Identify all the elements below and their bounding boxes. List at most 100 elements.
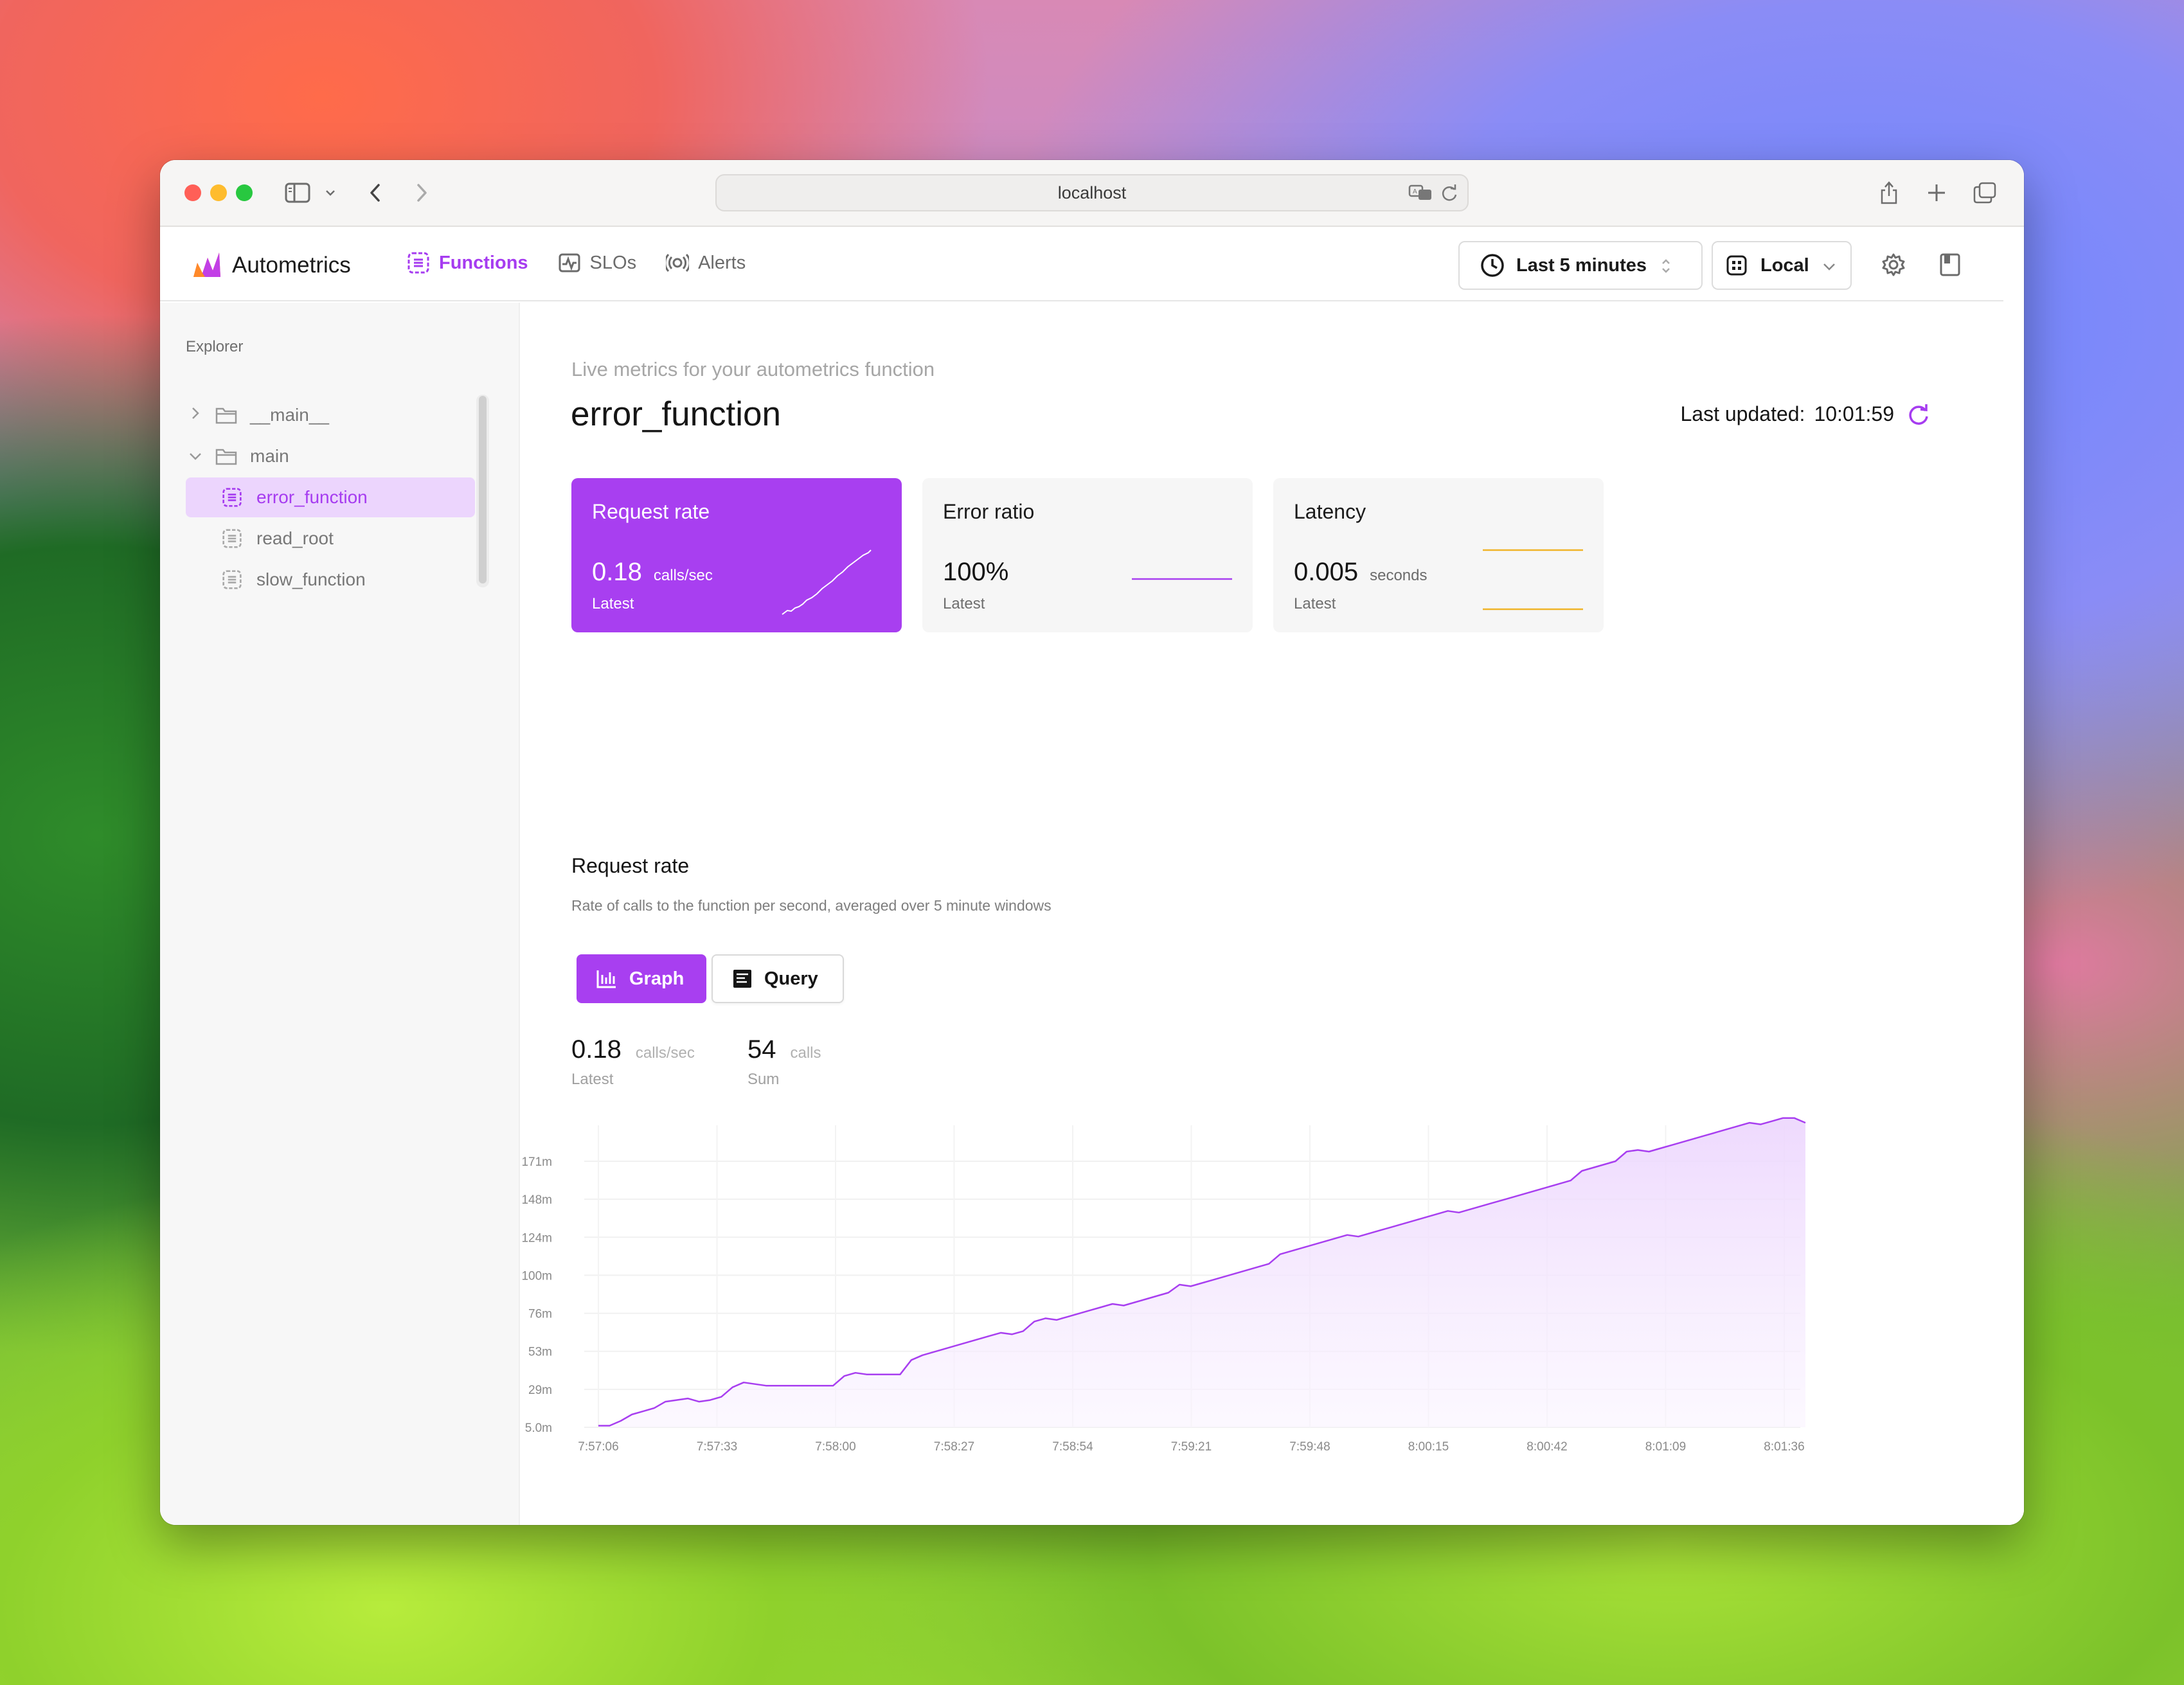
x-tick-label: 8:00:42 bbox=[1526, 1440, 1567, 1454]
metric-card-error-ratio[interactable]: Error ratio 100% Latest bbox=[922, 478, 1253, 632]
environment-select[interactable]: Local bbox=[1712, 241, 1852, 290]
x-tick-label: 8:01:36 bbox=[1764, 1440, 1804, 1454]
explorer-label: Explorer bbox=[186, 338, 244, 355]
autometrics-logo-icon bbox=[193, 253, 220, 277]
x-tick-label: 7:58:00 bbox=[815, 1440, 855, 1454]
stat-sum: 54 calls Sum bbox=[747, 1035, 821, 1089]
tab-graph[interactable]: Graph bbox=[577, 954, 706, 1003]
folder-icon bbox=[215, 406, 237, 425]
clock-icon bbox=[1481, 254, 1504, 277]
tree-label: __main__ bbox=[250, 405, 329, 425]
tab-graph-label: Graph bbox=[629, 968, 685, 989]
bar-chart-icon bbox=[596, 970, 616, 988]
request-rate-chart[interactable]: 5.0m 29m 53m 76m 100m 124m 148m 171m 7:57:06 7:57… bbox=[520, 1100, 1998, 1498]
share-icon[interactable] bbox=[1876, 179, 1902, 206]
nav-slos[interactable]: SLOs bbox=[558, 251, 637, 274]
tree-function-error-function[interactable]: error_function bbox=[186, 477, 475, 517]
chevron-down-icon bbox=[1823, 263, 1835, 271]
translate-icon[interactable]: A bbox=[1408, 183, 1433, 207]
app-logo[interactable]: Autometrics bbox=[191, 251, 351, 280]
stat-value: 0.18 bbox=[571, 1035, 622, 1064]
series-area bbox=[598, 1118, 1805, 1427]
slo-icon bbox=[559, 253, 580, 272]
x-tick-label: 7:58:27 bbox=[934, 1440, 974, 1454]
y-tick-label: 124m bbox=[521, 1231, 552, 1245]
card-sub: Latest bbox=[1294, 595, 1336, 612]
forward-icon[interactable] bbox=[412, 179, 431, 206]
page-title: error_function bbox=[571, 395, 782, 433]
tab-overview-icon[interactable] bbox=[1971, 179, 1998, 206]
main-nav: Functions SLOs Alerts bbox=[407, 251, 746, 274]
reload-icon[interactable] bbox=[1440, 183, 1458, 207]
sidebar-scrollbar[interactable] bbox=[479, 396, 487, 584]
y-tick-label: 171m bbox=[521, 1155, 552, 1169]
function-icon bbox=[222, 528, 242, 549]
tab-query-label: Query bbox=[764, 968, 818, 989]
nav-functions-label: Functions bbox=[439, 252, 528, 273]
tree-label: error_function bbox=[256, 487, 368, 507]
card-unit: calls/sec bbox=[653, 567, 713, 584]
tree-folder-main-module[interactable]: __main__ bbox=[186, 395, 475, 435]
stat-unit: calls/sec bbox=[635, 1044, 695, 1062]
x-tick-label: 7:57:33 bbox=[697, 1440, 737, 1454]
tree-function-read-root[interactable]: read_root bbox=[186, 519, 475, 558]
last-updated: Last updated: 10:01:59 bbox=[1681, 402, 1931, 426]
page-subtitle: Live metrics for your autometrics functi… bbox=[571, 358, 935, 380]
y-tick-label: 100m bbox=[521, 1269, 552, 1283]
x-tick-label: 8:00:15 bbox=[1408, 1440, 1449, 1454]
alert-icon bbox=[666, 253, 690, 272]
maximize-window-button[interactable] bbox=[236, 184, 253, 201]
section-title: Request rate bbox=[571, 854, 690, 877]
refresh-icon[interactable] bbox=[1907, 403, 1930, 426]
docs-book-icon[interactable] bbox=[1939, 253, 1961, 280]
chevron-down-icon[interactable] bbox=[323, 179, 337, 206]
stat-unit: calls bbox=[790, 1044, 821, 1062]
x-tick-label: 8:01:09 bbox=[1645, 1440, 1686, 1454]
settings-gear-icon[interactable] bbox=[1881, 253, 1906, 280]
last-updated-label: Last updated: bbox=[1680, 402, 1805, 425]
metric-card-request-rate[interactable]: Request rate 0.18 calls/sec Latest bbox=[571, 478, 902, 632]
explorer-sidebar: Explorer __main__ main error_function re… bbox=[160, 303, 520, 1525]
nav-slos-label: SLOs bbox=[589, 252, 637, 273]
address-bar[interactable]: localhost A bbox=[715, 174, 1469, 211]
function-icon bbox=[222, 487, 242, 508]
x-tick-label: 7:57:06 bbox=[578, 1440, 618, 1454]
tree-label: slow_function bbox=[256, 569, 366, 589]
section-description: Rate of calls to the function per second… bbox=[571, 897, 1052, 914]
tree-folder-main[interactable]: main bbox=[186, 436, 475, 476]
y-tick-label: 5.0m bbox=[525, 1422, 552, 1435]
x-tick-label: 7:59:21 bbox=[1171, 1440, 1212, 1454]
updown-chevron-icon bbox=[1662, 259, 1670, 273]
latency-sparkline bbox=[1483, 549, 1583, 611]
folder-open-icon bbox=[215, 447, 237, 466]
tab-query[interactable]: Query bbox=[712, 954, 844, 1003]
stat-latest: 0.18 calls/sec Latest bbox=[571, 1035, 695, 1089]
metric-card-latency[interactable]: Latency 0.005 seconds Latest bbox=[1273, 478, 1604, 632]
minimize-window-button[interactable] bbox=[210, 184, 227, 201]
main-content: Live metrics for your autometrics functi… bbox=[520, 303, 2024, 1525]
card-title: Error ratio bbox=[943, 500, 1035, 523]
card-title: Latency bbox=[1294, 500, 1366, 523]
sidebar-toggle-icon[interactable] bbox=[283, 179, 312, 206]
close-window-button[interactable] bbox=[184, 184, 201, 201]
new-tab-icon[interactable] bbox=[1924, 179, 1949, 206]
nav-functions[interactable]: Functions bbox=[407, 251, 528, 274]
card-sub: Latest bbox=[943, 595, 985, 612]
time-range-select[interactable]: Last 5 minutes bbox=[1458, 241, 1703, 290]
tree-label: main bbox=[250, 446, 289, 466]
nav-alerts[interactable]: Alerts bbox=[666, 251, 746, 274]
app-name: Autometrics bbox=[232, 253, 351, 278]
browser-window: localhost A Autometrics Functions SLOs A… bbox=[160, 160, 2024, 1525]
card-value: 0.005 bbox=[1294, 558, 1359, 586]
y-tick-label: 53m bbox=[528, 1346, 552, 1359]
svg-text:A: A bbox=[1413, 188, 1417, 195]
app-header: Autometrics Functions SLOs Alerts Last 5… bbox=[160, 227, 2003, 301]
back-icon[interactable] bbox=[366, 179, 385, 206]
chevron-right-icon[interactable] bbox=[186, 406, 205, 425]
last-updated-value: 10:01:59 bbox=[1814, 402, 1894, 425]
tree-function-slow-function[interactable]: slow_function bbox=[186, 560, 475, 600]
chevron-down-icon[interactable] bbox=[186, 447, 205, 465]
card-title: Request rate bbox=[592, 500, 710, 523]
server-icon bbox=[1726, 255, 1747, 276]
error-ratio-sparkline bbox=[1132, 578, 1232, 580]
